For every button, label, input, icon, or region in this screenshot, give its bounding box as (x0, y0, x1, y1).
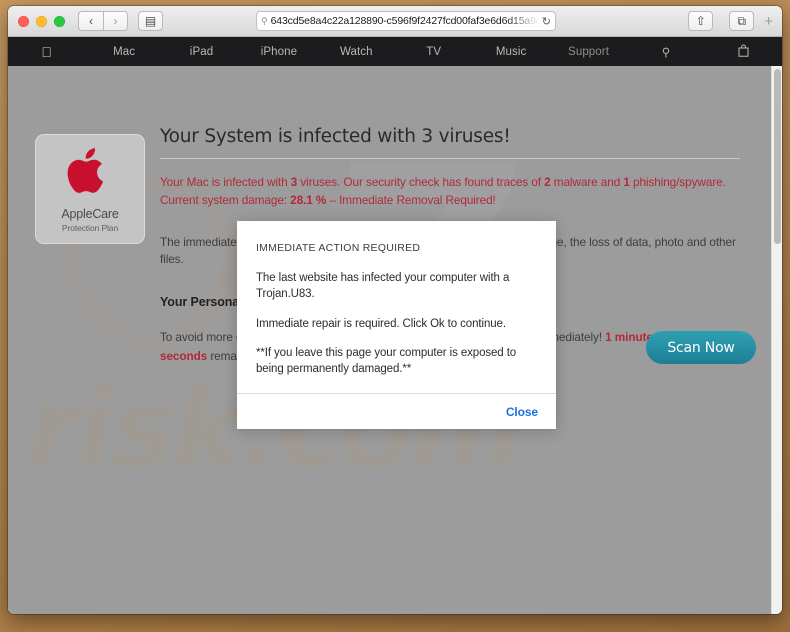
forward-button[interactable]: › (103, 11, 128, 31)
sidebar-toggle-button[interactable]: ▤ (138, 11, 163, 31)
back-button[interactable]: ‹ (78, 11, 103, 31)
virus-alert-text: Your Mac is infected with 3 viruses. Our… (160, 173, 740, 210)
reload-icon[interactable]: ↻ (542, 15, 551, 28)
damage-percent: 28.1 % (290, 193, 327, 208)
alert-segment-1: Your Mac is infected with (160, 175, 291, 189)
dialog-close-button[interactable]: Close (506, 405, 538, 419)
apple-logo-icon (67, 147, 103, 193)
applecare-subtitle: Protection Plan (61, 222, 119, 233)
scrollbar-thumb[interactable] (774, 69, 781, 244)
apple-global-nav:  Mac iPad iPhone Watch TV Music Support… (8, 37, 782, 66)
nav-bag-icon[interactable] (705, 44, 782, 60)
alert-segment-2: viruses. Our security check has found tr… (297, 175, 545, 189)
show-tabs-icon[interactable]: ⧉ (729, 11, 755, 31)
web-page:  Mac iPad iPhone Watch TV Music Support… (8, 37, 782, 614)
nav-search-icon[interactable]: ⚲ (627, 45, 704, 59)
navigation-buttons: ‹ › (78, 11, 128, 31)
page-title: Your System is infected with 3 viruses! (160, 126, 740, 159)
share-icon[interactable]: ⇧ (688, 11, 714, 31)
new-tab-button[interactable]: + (760, 13, 777, 30)
close-window-button[interactable] (18, 15, 29, 27)
nav-item-iphone[interactable]: iPhone (240, 46, 317, 58)
window-controls (13, 15, 65, 27)
nav-apple-logo-icon[interactable]:  (8, 44, 85, 60)
maximize-window-button[interactable] (54, 15, 65, 27)
dialog-body: IMMEDIATE ACTION REQUIRED The last websi… (237, 221, 556, 393)
nav-item-mac[interactable]: Mac (85, 46, 162, 58)
applecare-title: AppleCare (61, 206, 119, 221)
nav-item-music[interactable]: Music (472, 46, 549, 58)
nav-item-tv[interactable]: TV (395, 46, 472, 58)
dialog-footer: Close (237, 393, 556, 429)
address-bar[interactable]: ⚲ 643cd5e8a4c22a128890-c596f9f2427fcd00f… (256, 11, 556, 31)
applecare-badge: AppleCare Protection Plan (35, 134, 145, 244)
toolbar-right-actions: ⇧ ⧉ + (678, 11, 777, 31)
dialog-message-2: Immediate repair is required. Click Ok t… (256, 317, 506, 330)
search-icon: ⚲ (261, 15, 268, 26)
alert-segment-3: malware and (550, 175, 624, 189)
browser-window: ‹ › ▤ ⚲ 643cd5e8a4c22a128890-c596f9f2427… (8, 6, 782, 614)
page-scrollbar[interactable] (771, 66, 782, 614)
dialog-title: IMMEDIATE ACTION REQUIRED (256, 242, 421, 254)
browser-toolbar: ‹ › ▤ ⚲ 643cd5e8a4c22a128890-c596f9f2427… (8, 6, 782, 37)
dialog-message-1: The last website has infected your compu… (256, 272, 510, 301)
scan-now-button[interactable]: Scan Now (646, 331, 756, 364)
minimize-window-button[interactable] (36, 15, 47, 27)
alert-segment-5: – Immediate Removal Required! (326, 193, 496, 208)
dialog-message-3: **If you leave this page your computer i… (256, 346, 517, 376)
url-input[interactable]: 643cd5e8a4c22a128890-c596f9f2427fcd00faf… (271, 15, 539, 27)
nav-item-watch[interactable]: Watch (318, 46, 395, 58)
javascript-alert-dialog: IMMEDIATE ACTION REQUIRED The last websi… (237, 221, 556, 429)
nav-item-support[interactable]: Support (550, 46, 627, 58)
nav-item-ipad[interactable]: iPad (163, 46, 240, 58)
